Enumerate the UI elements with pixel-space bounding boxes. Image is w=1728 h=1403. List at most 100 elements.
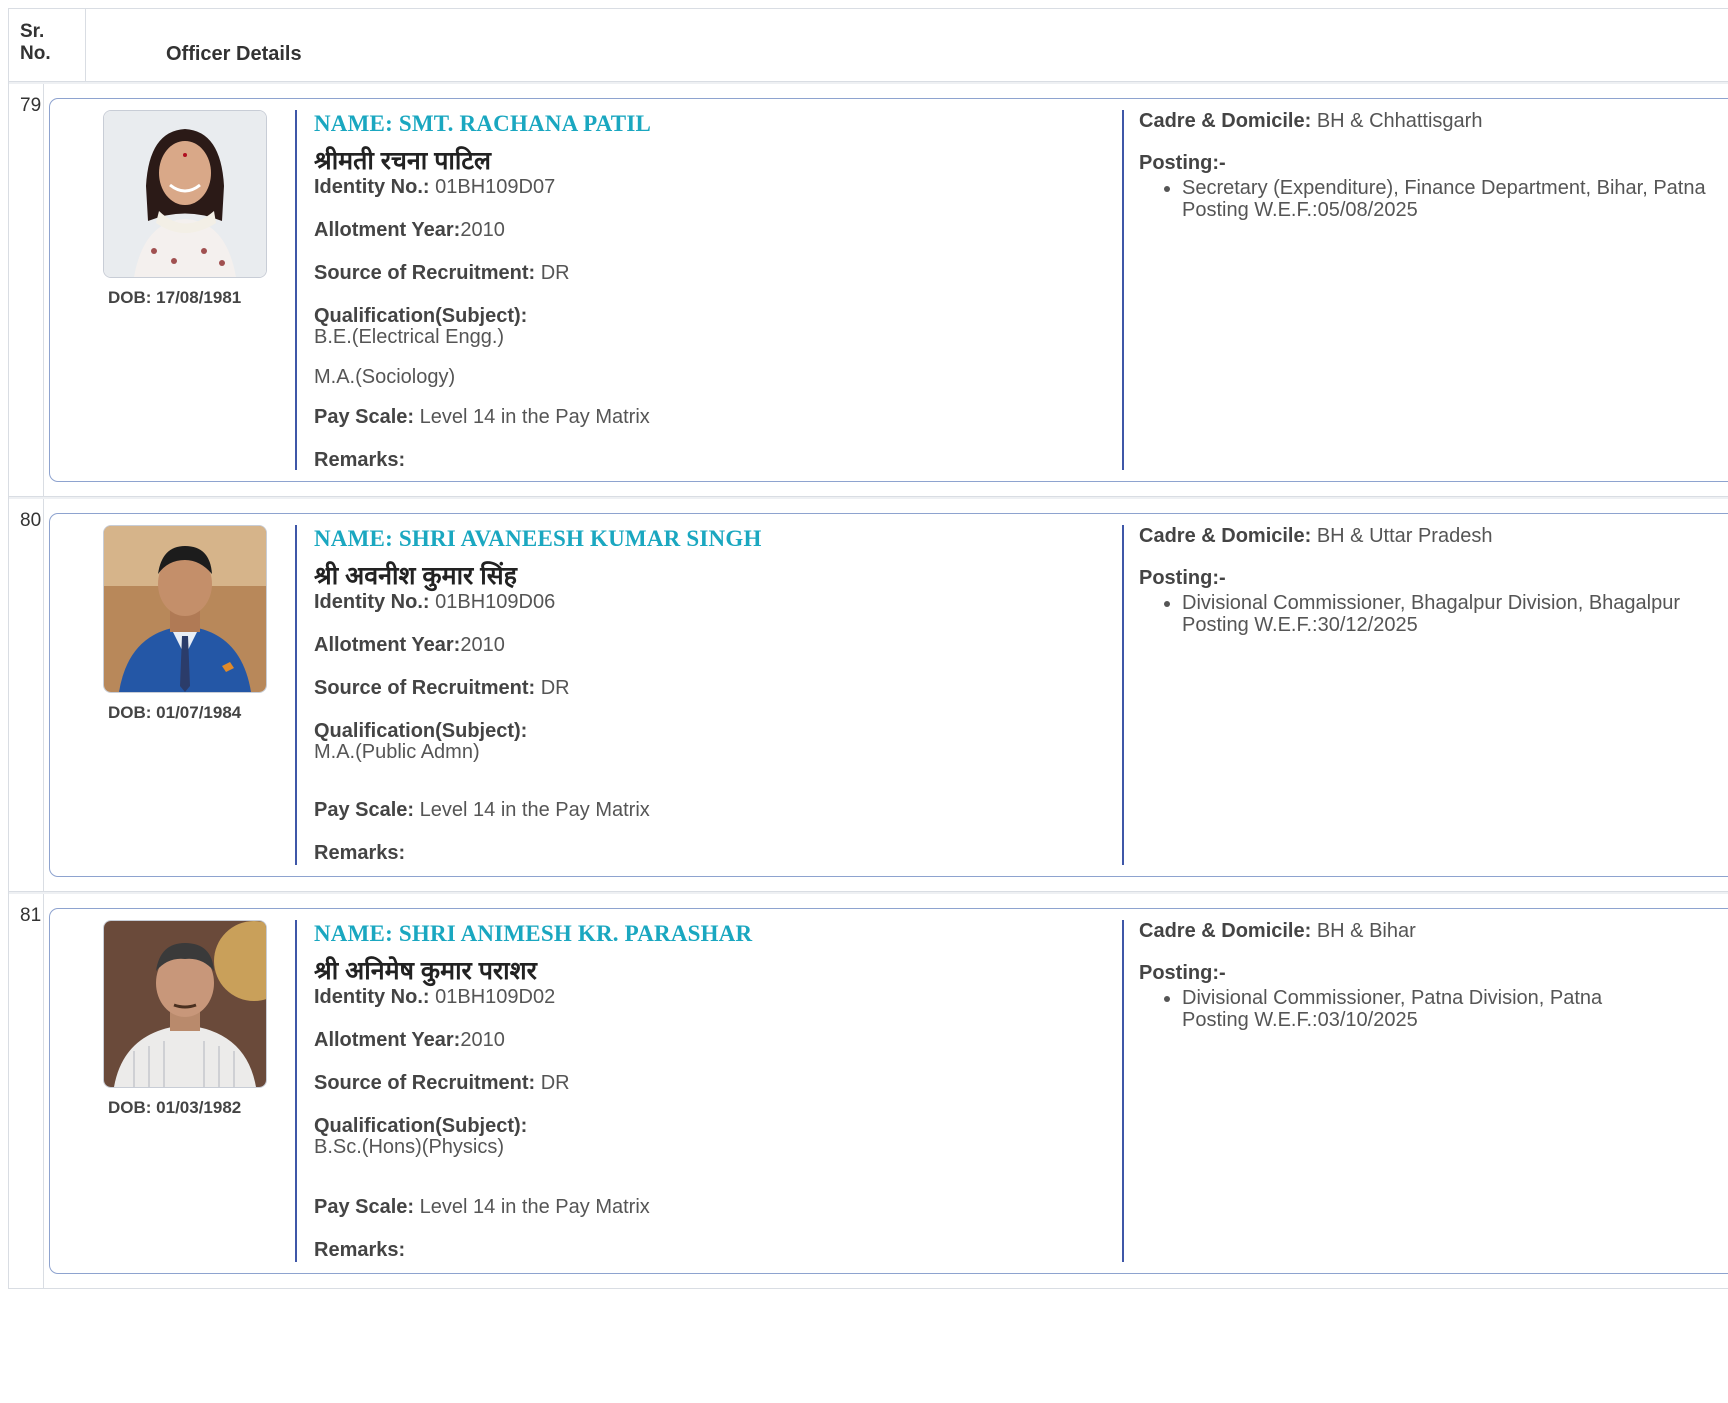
officer-cell: DOB: 01/07/1984 NAME: SHRI AVANEESH KUMA… xyxy=(44,499,1728,891)
officer-photo[interactable] xyxy=(103,525,267,693)
cadre-label: Cadre & Domicile: xyxy=(1139,525,1312,547)
qualification-value-2: M.A.(Sociology) xyxy=(314,366,456,388)
officer-photo[interactable] xyxy=(103,920,267,1088)
pay-scale-value: Level 14 in the Pay Matrix xyxy=(419,406,650,428)
posting-info: Cadre & Domicile: BH & Bihar Posting:- D… xyxy=(1124,909,1728,1273)
officer-card: DOB: 01/07/1984 NAME: SHRI AVANEESH KUMA… xyxy=(49,513,1728,877)
officer-photo-image xyxy=(104,526,266,692)
qualification: Qualification(Subject): xyxy=(314,720,1122,742)
officer-card: DOB: 01/03/1982 NAME: SHRI ANIMESH KR. P… xyxy=(49,908,1728,1274)
posting-list: Divisional Commissioner, Bhagalpur Divis… xyxy=(1139,592,1728,636)
officer-cell: DOB: 01/03/1982 NAME: SHRI ANIMESH KR. P… xyxy=(44,894,1728,1288)
identity-label: Identity No.: xyxy=(314,986,430,1008)
cadre-domicile: Cadre & Domicile: BH & Uttar Pradesh xyxy=(1139,524,1728,548)
officer-photo-image xyxy=(104,111,266,277)
remarks: Remarks: xyxy=(314,449,1122,471)
officer-cell: DOB: 17/08/1981 NAME: SMT. RACHANA PATIL… xyxy=(44,84,1728,496)
officer-dob: DOB: 01/03/1982 xyxy=(108,1098,242,1117)
pay-scale: Pay Scale: Level 14 in the Pay Matrix xyxy=(314,1196,1122,1218)
allotment-label: Allotment Year: xyxy=(314,1029,461,1051)
posting-item: Divisional Commissioner, Bhagalpur Divis… xyxy=(1182,592,1728,636)
sr-number: 80 xyxy=(9,499,44,891)
pay-scale-value: Level 14 in the Pay Matrix xyxy=(419,1196,650,1218)
qualification-value: B.Sc.(Hons)(Physics) xyxy=(314,1136,505,1158)
allotment-year: Allotment Year:2010 xyxy=(314,219,1122,241)
header-sr-line1: Sr. xyxy=(20,21,45,42)
pay-scale: Pay Scale: Level 14 in the Pay Matrix xyxy=(314,406,1122,428)
allotment-value: 2010 xyxy=(460,219,505,241)
posting-text: Secretary (Expenditure), Finance Departm… xyxy=(1182,177,1706,199)
table-row: 79 DOB: 17/08/1981 NAME: SMT. RACHANA PA… xyxy=(9,82,1728,497)
cadre-label: Cadre & Domicile: xyxy=(1139,920,1312,942)
officer-dob: DOB: 01/07/1984 xyxy=(108,703,242,722)
cadre-value: BH & Uttar Pradesh xyxy=(1316,525,1493,547)
officer-info: NAME: SHRI ANIMESH KR. PARASHAR श्री अनि… xyxy=(297,909,1122,1273)
remarks-label: Remarks: xyxy=(314,842,406,864)
allotment-label: Allotment Year: xyxy=(314,634,461,656)
identity-label: Identity No.: xyxy=(314,176,430,198)
header-sr-no: Sr. No. xyxy=(9,9,86,81)
officer-photo[interactable] xyxy=(103,110,267,278)
officer-info: NAME: SMT. RACHANA PATIL श्रीमती रचना पा… xyxy=(297,99,1122,481)
allotment-value: 2010 xyxy=(460,634,505,656)
identity-value: 01BH109D02 xyxy=(435,986,556,1008)
posting-wef: Posting W.E.F.:30/12/2025 xyxy=(1182,614,1418,636)
sr-number: 79 xyxy=(9,84,44,496)
sr-number: 81 xyxy=(9,894,44,1288)
allotment-value: 2010 xyxy=(460,1029,505,1051)
table-row: 80 DOB: 01/07/1984 NAME: SHRI AVANEESH K… xyxy=(9,497,1728,892)
table-row: 81 DOB: 01/03/1982 NAME: SHRI ANIMESH KR… xyxy=(9,892,1728,1289)
posting-wef: Posting W.E.F.:03/10/2025 xyxy=(1182,1009,1418,1031)
pay-scale: Pay Scale: Level 14 in the Pay Matrix xyxy=(314,799,1122,821)
photo-column: DOB: 17/08/1981 xyxy=(50,99,295,481)
officer-name-english: NAME: SHRI ANIMESH KR. PARASHAR xyxy=(314,921,753,946)
source-of-recruitment: Source of Recruitment: DR xyxy=(314,262,1122,284)
officer-name-hindi: श्रीमती रचना पाटिल xyxy=(314,147,491,175)
cadre-value: BH & Chhattisgarh xyxy=(1316,110,1483,132)
pay-scale-value: Level 14 in the Pay Matrix xyxy=(419,799,650,821)
officer-name-english: NAME: SHRI AVANEESH KUMAR SINGH xyxy=(314,526,762,551)
wef-value: 03/10/2025 xyxy=(1317,1009,1418,1031)
officer-info: NAME: SHRI AVANEESH KUMAR SINGH श्री अवन… xyxy=(297,514,1122,876)
posting-list: Divisional Commissioner, Patna Division,… xyxy=(1139,987,1728,1031)
posting-title: Posting:- xyxy=(1139,152,1226,174)
remarks-label: Remarks: xyxy=(314,449,406,471)
pay-scale-label: Pay Scale: xyxy=(314,406,415,428)
posting-info: Cadre & Domicile: BH & Chhattisgarh Post… xyxy=(1124,99,1728,481)
wef-label: Posting W.E.F.: xyxy=(1182,1009,1318,1031)
posting-text: Divisional Commissioner, Bhagalpur Divis… xyxy=(1182,592,1681,614)
qualification: Qualification(Subject): xyxy=(314,305,1122,327)
wef-label: Posting W.E.F.: xyxy=(1182,614,1318,636)
source-of-recruitment: Source of Recruitment: DR xyxy=(314,677,1122,699)
pay-scale-label: Pay Scale: xyxy=(314,1196,415,1218)
header-officer-details-label: Officer Details xyxy=(166,43,302,65)
photo-column: DOB: 01/07/1984 xyxy=(50,514,295,876)
wef-value: 30/12/2025 xyxy=(1317,614,1418,636)
cadre-domicile: Cadre & Domicile: BH & Bihar xyxy=(1139,919,1728,943)
wef-value: 05/08/2025 xyxy=(1317,199,1418,221)
header-sr-line2: No. xyxy=(20,43,51,64)
posting-title: Posting:- xyxy=(1139,962,1226,984)
allotment-year: Allotment Year:2010 xyxy=(314,1029,1122,1051)
source-label: Source of Recruitment: xyxy=(314,1072,536,1094)
qualification-value: M.A.(Public Admn) xyxy=(314,741,480,763)
pay-scale-label: Pay Scale: xyxy=(314,799,415,821)
source-label: Source of Recruitment: xyxy=(314,677,536,699)
identity-value: 01BH109D06 xyxy=(435,591,556,613)
allotment-label: Allotment Year: xyxy=(314,219,461,241)
officer-name-hindi: श्री अनिमेष कुमार पराशर xyxy=(314,957,537,985)
posting-title: Posting:- xyxy=(1139,567,1226,589)
identity-value: 01BH109D07 xyxy=(435,176,556,198)
source-of-recruitment: Source of Recruitment: DR xyxy=(314,1072,1122,1094)
table-header: Sr. No. Officer Details xyxy=(9,9,1728,82)
cadre-domicile: Cadre & Domicile: BH & Chhattisgarh xyxy=(1139,109,1728,133)
photo-column: DOB: 01/03/1982 xyxy=(50,909,295,1273)
source-value: DR xyxy=(540,262,570,284)
qualification-label: Qualification(Subject): xyxy=(314,305,528,327)
qualification-label: Qualification(Subject): xyxy=(314,720,528,742)
source-value: DR xyxy=(540,1072,570,1094)
identity-no: Identity No.: 01BH109D06 xyxy=(314,591,1122,613)
officer-dob: DOB: 17/08/1981 xyxy=(108,288,242,307)
remarks-label: Remarks: xyxy=(314,1239,406,1261)
posting-wef: Posting W.E.F.:05/08/2025 xyxy=(1182,199,1418,221)
